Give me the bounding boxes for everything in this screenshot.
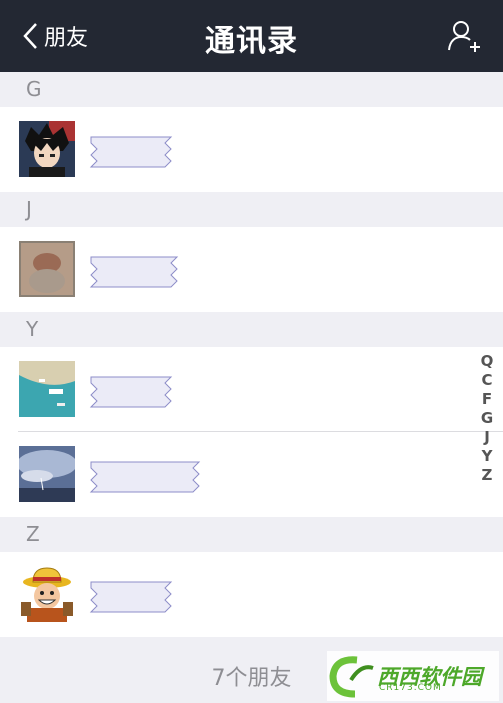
index-letter[interactable]: C (481, 371, 492, 390)
section-header-z: Z (0, 517, 503, 552)
page-title: 通讯录 (205, 24, 298, 59)
contact-name-redacted (89, 255, 179, 288)
contact-name-redacted (89, 375, 173, 408)
index-letter[interactable]: F (482, 390, 492, 409)
contact-name-redacted (89, 580, 173, 613)
index-letter[interactable]: Z (482, 466, 493, 485)
blurred-avatar (19, 241, 75, 297)
alphabet-index-bar[interactable]: Q C F G J Y Z (477, 352, 497, 485)
cartoon-pirate-avatar (19, 566, 75, 622)
contact-row[interactable] (0, 227, 503, 312)
watermark-logo-icon (329, 656, 374, 698)
index-letter[interactable]: J (484, 428, 490, 447)
navigation-bar: 朋友 通讯录 (0, 0, 503, 72)
section-header-g: G (0, 72, 503, 107)
contact-row[interactable] (0, 552, 503, 637)
anime-boy-avatar (19, 121, 75, 177)
index-letter[interactable]: Y (482, 447, 493, 466)
contact-row[interactable] (0, 107, 503, 192)
section-header-y: Y (0, 312, 503, 347)
site-watermark: 西西软件园 CR173.COM (327, 651, 499, 701)
contact-list: G J Y Z (0, 72, 503, 637)
contact-name-redacted (89, 460, 201, 493)
index-letter[interactable]: Q (481, 352, 494, 371)
beach-avatar (19, 361, 75, 417)
add-friend-icon (448, 21, 480, 52)
watermark-subtext: CR173.COM (379, 683, 442, 693)
index-letter[interactable]: G (481, 409, 493, 428)
sky-avatar (19, 446, 75, 502)
contact-row[interactable] (0, 347, 503, 432)
add-friend-button[interactable] (447, 18, 483, 54)
contact-name-redacted (89, 135, 173, 168)
contact-row[interactable] (0, 432, 503, 517)
section-header-j: J (0, 192, 503, 227)
